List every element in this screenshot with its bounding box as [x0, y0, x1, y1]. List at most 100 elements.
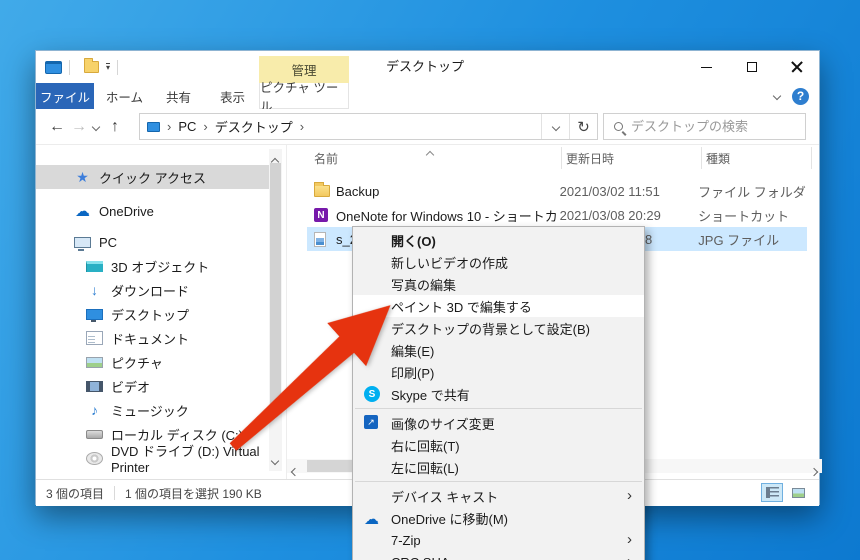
menu-item-ペイント 3D で編集する[interactable]: ペイント 3D で編集する: [353, 295, 644, 317]
menu-item-デスクトップの背景として設定(B)[interactable]: デスクトップの背景として設定(B): [353, 317, 644, 339]
tab-ピクチャ ツール[interactable]: ピクチャ ツール: [259, 81, 349, 114]
collapse-ribbon-icon[interactable]: [772, 91, 782, 101]
sidebar-item-label: ミュージック: [111, 403, 189, 419]
menu-item-label: 開く(O): [391, 233, 436, 249]
sidebar-item-ビデオ[interactable]: ビデオ: [36, 374, 269, 398]
pic-icon: [86, 356, 103, 368]
tab-表示[interactable]: 表示: [209, 83, 256, 109]
sidebar-item-クイック アクセス[interactable]: ★ クイック アクセス: [36, 165, 269, 189]
sidebar-item-3D オブジェクト[interactable]: 3D オブジェクト: [36, 254, 269, 278]
thumbnails-view-button[interactable]: [787, 483, 809, 502]
explorer-icon[interactable]: [45, 60, 62, 74]
sidebar-item-OneDrive[interactable]: ☁ OneDrive: [36, 199, 269, 223]
separator: [117, 59, 119, 75]
tab-ホーム[interactable]: ホーム: [101, 83, 148, 109]
menu-item-写真の編集[interactable]: 写真の編集: [353, 273, 644, 295]
refresh-button[interactable]: ↻: [569, 114, 597, 139]
search-input[interactable]: [631, 119, 791, 134]
address-bar[interactable]: › PC › デスクトップ › ↻: [139, 113, 598, 140]
star-icon: ★: [76, 168, 89, 185]
sidebar-item-PC[interactable]: PC: [36, 230, 269, 254]
selection-info: 1 個の項目を選択 190 KB: [125, 486, 262, 501]
sidebar-item-ミュージック[interactable]: ♪ ミュージック: [36, 398, 269, 422]
title-bar: ▾ 管理 デスクトップ: [36, 51, 819, 83]
maximize-button[interactable]: [729, 51, 774, 83]
scroll-down-icon[interactable]: [270, 456, 280, 466]
recent-locations-icon[interactable]: [91, 109, 101, 145]
sidebar-item-ドキュメント[interactable]: ドキュメント: [36, 326, 269, 350]
sidebar-item-デスクトップ[interactable]: デスクトップ: [36, 302, 269, 326]
forward-button[interactable]: →: [71, 109, 87, 145]
new-folder-icon[interactable]: [84, 58, 99, 73]
details-view-button[interactable]: [761, 483, 783, 502]
menu-item-label: CRC SHA: [391, 555, 450, 560]
video-icon: [86, 380, 103, 392]
menu-item-右に回転(T)[interactable]: 右に回転(T): [353, 434, 644, 456]
menu-item-画像のサイズ変更[interactable]: ↗ 画像のサイズ変更: [353, 412, 644, 434]
file-type: ファイル フォルダー: [698, 184, 807, 200]
sidebar-item-label: ドキュメント: [111, 331, 190, 347]
menu-item-label: デスクトップの背景として設定(B): [391, 321, 590, 337]
customize-qat-icon[interactable]: ▾: [106, 63, 111, 72]
breadcrumb: › PC › デスクトップ ›: [140, 117, 541, 136]
scrollbar-thumb[interactable]: [270, 163, 281, 409]
scroll-right-icon[interactable]: [809, 467, 819, 477]
quick-access-toolbar: ▾: [45, 51, 119, 83]
search-box[interactable]: [603, 113, 806, 140]
ribbon-right-controls: ?: [772, 83, 809, 109]
sidebar-item-ダウンロード[interactable]: ↓ ダウンロード: [36, 278, 269, 302]
sidebar-item-label: 3D オブジェクト: [111, 259, 210, 275]
menu-item-印刷(P)[interactable]: 印刷(P): [353, 361, 644, 383]
menu-item-label: 画像のサイズ変更: [391, 416, 495, 432]
column-header-名前[interactable]: 名前: [314, 147, 562, 169]
table-row[interactable]: N OneNote for Windows 10 - ショートカット 2021/03…: [307, 203, 807, 227]
tab-ファイル[interactable]: ファイル: [36, 83, 94, 109]
menu-item-編集(E)[interactable]: 編集(E): [353, 339, 644, 361]
breadcrumb-item[interactable]: PC: [178, 119, 196, 134]
close-button[interactable]: [774, 51, 819, 83]
scroll-left-icon[interactable]: [290, 467, 300, 477]
file-icon: N: [314, 208, 336, 222]
dvd-icon: [86, 451, 103, 465]
menu-item-OneDrive に移動(M)[interactable]: ☁ OneDrive に移動(M): [353, 507, 644, 529]
onenote-icon: N: [314, 208, 328, 222]
window-title: デスクトップ: [386, 59, 465, 74]
column-headers: 名前 更新日時 種類: [287, 147, 812, 169]
divider: [114, 486, 116, 500]
breadcrumb-chevron: ›: [203, 119, 208, 134]
minimize-button[interactable]: [684, 51, 729, 83]
chevron-down-icon: [551, 122, 560, 131]
desktop-m-icon: [86, 308, 103, 322]
sidebar-item-label: OneDrive: [99, 203, 154, 219]
address-dropdown-button[interactable]: [541, 114, 569, 139]
column-header-種類[interactable]: 種類: [702, 147, 812, 169]
sidebar-item-label: ダウンロード: [111, 283, 190, 299]
sidebar-scrollbar[interactable]: [269, 149, 282, 471]
tab-共有[interactable]: 共有: [155, 83, 202, 109]
breadcrumb-item[interactable]: デスクトップ: [215, 117, 293, 136]
menu-item-Skype で共有[interactable]: S Skype で共有: [353, 383, 644, 405]
sidebar-item-ピクチャ[interactable]: ピクチャ: [36, 350, 269, 374]
menu-item-開く(O)[interactable]: 開く(O): [353, 229, 644, 251]
back-button[interactable]: ←: [49, 109, 65, 145]
table-row[interactable]: Backup 2021/03/02 11:51 ファイル フォルダー: [307, 179, 807, 203]
menu-item-7-Zip[interactable]: 7-Zip ›: [353, 529, 644, 551]
menu-item-デバイス キャスト[interactable]: デバイス キャスト ›: [353, 485, 644, 507]
menu-item-新しいビデオの作成[interactable]: 新しいビデオの作成: [353, 251, 644, 273]
context-menu: 開く(O) 新しいビデオの作成写真の編集 ペイント 3D で編集するデスクトップの背…: [352, 226, 645, 560]
menu-item-CRC SHA[interactable]: CRC SHA ›: [353, 551, 644, 560]
location-icon: [147, 121, 160, 132]
onedrive-icon: ☁: [364, 511, 379, 528]
menu-item-label: 新しいビデオの作成: [391, 255, 509, 271]
cloud-icon: ☁: [75, 203, 90, 220]
menu-separator: [355, 408, 642, 409]
menu-item-左に回転(L)[interactable]: 左に回転(L): [353, 456, 644, 478]
help-button[interactable]: ?: [792, 87, 809, 105]
up-button[interactable]: ↑: [111, 109, 119, 145]
column-header-更新日時[interactable]: 更新日時: [562, 147, 702, 169]
sidebar-item-DVD ドライブ (D:) Virtual Printer[interactable]: DVD ドライブ (D:) Virtual Printer: [36, 444, 269, 475]
submenu-arrow-icon: ›: [627, 553, 632, 560]
file-modified: 2021/03/02 11:51: [559, 183, 660, 199]
window-controls: [684, 51, 819, 83]
refresh-icon: ↻: [577, 118, 590, 136]
